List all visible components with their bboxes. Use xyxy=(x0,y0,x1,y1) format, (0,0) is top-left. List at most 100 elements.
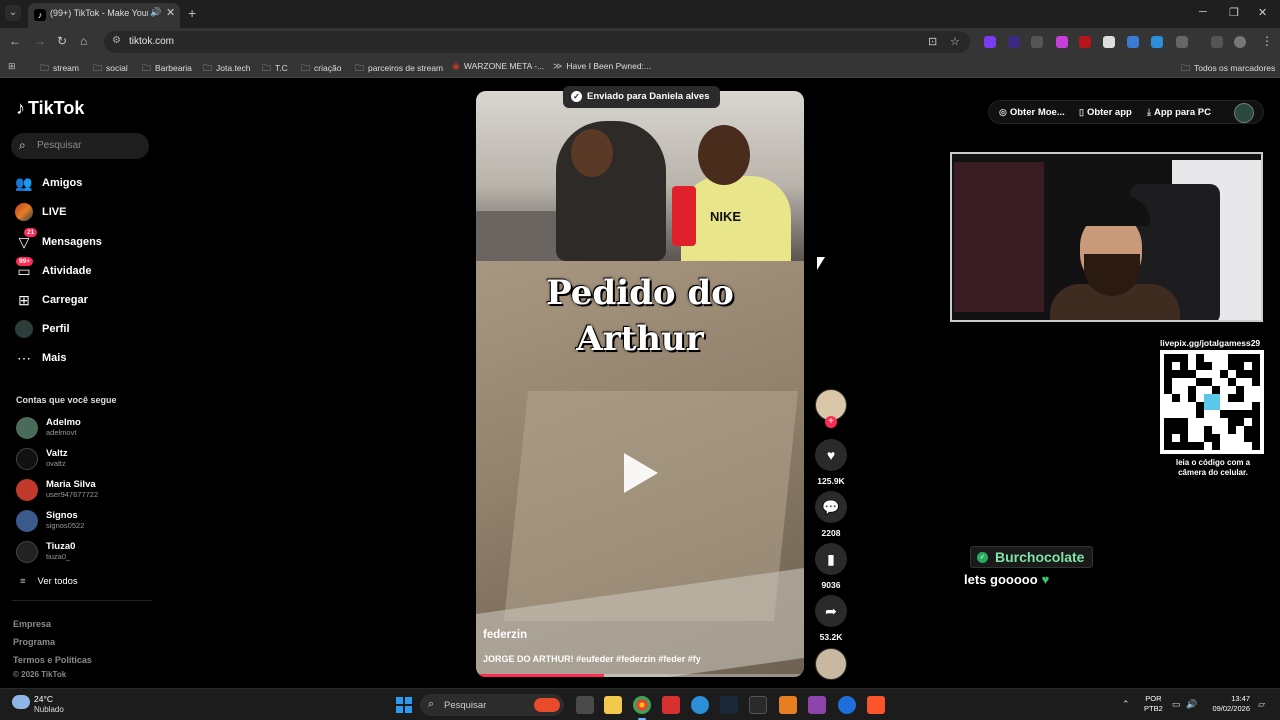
pc-app-button[interactable]: ⤓ App para PC xyxy=(1147,107,1211,118)
notifications-icon[interactable]: ▱ xyxy=(1258,699,1265,710)
weather-condition[interactable]: Nublado xyxy=(34,705,64,714)
app-icon[interactable] xyxy=(808,696,826,714)
bookmark-folder[interactable]: 🗀 parceiros de stream xyxy=(355,61,443,77)
new-tab-button[interactable]: + xyxy=(188,5,196,21)
tray-chevron-icon[interactable]: ⌃ xyxy=(1122,699,1130,710)
bookmark-folder[interactable]: 🗀 criação xyxy=(301,61,341,77)
start-windows-icon[interactable] xyxy=(396,697,412,713)
video-progress-bar[interactable] xyxy=(476,674,804,677)
browser-menu-icon[interactable]: ⋮ xyxy=(1261,34,1273,48)
followed-account[interactable]: Maria Silva user947677722 xyxy=(16,478,166,504)
profile-avatar-icon[interactable] xyxy=(1234,36,1246,48)
nav-item-more[interactable]: ⋯ Mais xyxy=(14,348,164,370)
bookmark-folder[interactable]: 🗀 Jota.tech xyxy=(203,61,251,77)
like-button[interactable]: ♥ xyxy=(815,439,847,471)
footer-link-program[interactable]: Programa xyxy=(13,637,55,647)
share-button[interactable]: ➦ xyxy=(815,595,847,627)
app-icon[interactable] xyxy=(779,696,797,714)
see-all-button[interactable]: ≡ Ver todos xyxy=(20,576,78,587)
qr-code xyxy=(1160,350,1264,454)
shirt-logo-text: NIKE xyxy=(710,209,742,224)
video-author[interactable]: federzin xyxy=(483,629,527,641)
extension-icon[interactable] xyxy=(1151,36,1163,48)
nav-item-messages[interactable]: ▽ 21 Mensagens xyxy=(14,228,164,254)
nav-item-friends[interactable]: 👥 Amigos xyxy=(14,173,164,195)
qr-module xyxy=(1228,418,1236,426)
reading-list-icon[interactable] xyxy=(1211,36,1223,48)
nav-item-upload[interactable]: ⊞ Carregar xyxy=(14,290,164,312)
browser-tab[interactable]: ♪ (99+) TikTok - Make Your Day 🔊 ✕ xyxy=(28,3,180,28)
user-avatar[interactable] xyxy=(1234,103,1254,123)
back-icon[interactable]: ← xyxy=(9,34,21,48)
qr-module xyxy=(1204,370,1212,378)
save-button[interactable]: ▮ xyxy=(815,543,847,575)
footer-link-company[interactable]: Empresa xyxy=(13,619,51,629)
app-icon[interactable] xyxy=(838,696,856,714)
minimize-icon[interactable]: ─ xyxy=(1199,6,1207,18)
steam-icon[interactable] xyxy=(720,696,738,714)
chrome-icon[interactable] xyxy=(633,696,651,714)
bookmark-star-icon[interactable]: ☆ xyxy=(950,35,960,48)
comment-button[interactable]: 💬 xyxy=(815,491,847,523)
input-language[interactable]: POR PTB2 xyxy=(1144,694,1163,714)
weather-temperature[interactable]: 24°C xyxy=(34,694,53,704)
taskbar-search[interactable]: ⌕ Pesquisar xyxy=(420,694,564,716)
extension-icon[interactable] xyxy=(1056,36,1068,48)
tab-search-menu-icon[interactable]: ⌄ xyxy=(5,5,21,21)
followed-account[interactable]: Adelmo adelmovt xyxy=(16,416,166,442)
tab-close-icon[interactable]: ✕ xyxy=(166,6,175,19)
bookmark-folder[interactable]: 🗀 social xyxy=(93,61,128,77)
network-icon[interactable]: ▭ xyxy=(1172,699,1181,710)
video-player[interactable]: NIKE Pedido do Arthur federzin JORGE DO … xyxy=(476,91,804,677)
app-icon[interactable] xyxy=(662,696,680,714)
nav-item-live[interactable]: LIVE xyxy=(14,202,164,224)
home-icon[interactable]: ⌂ xyxy=(80,34,87,48)
nav-item-activity[interactable]: ▭ 99+ Atividade xyxy=(14,257,164,283)
bookmark-link[interactable]: ◉ WARZONE META -... xyxy=(452,61,544,72)
bookmark-folder[interactable]: 🗀 stream xyxy=(40,61,79,77)
tiktok-logo[interactable]: ♪ TikTok xyxy=(16,98,84,119)
followed-account[interactable]: Signos signos0522 xyxy=(16,509,166,535)
bookmark-folder[interactable]: 🗀 Barbearia xyxy=(142,61,192,77)
more-icon: ⋯ xyxy=(17,350,31,366)
footer-link-terms[interactable]: Termos e Políticas xyxy=(13,655,92,665)
play-icon[interactable] xyxy=(624,453,658,493)
extension-icon[interactable] xyxy=(1079,36,1091,48)
translate-extension-icon[interactable] xyxy=(1127,36,1139,48)
volume-icon[interactable]: 🔊 xyxy=(1186,699,1197,710)
task-view-icon[interactable] xyxy=(576,696,594,714)
pen-extension-icon[interactable] xyxy=(1031,36,1043,48)
forward-icon[interactable]: → xyxy=(34,34,46,48)
apps-grid-icon[interactable]: ⊞ xyxy=(8,61,20,72)
app-icon[interactable] xyxy=(691,696,709,714)
install-app-icon[interactable]: ⊡ xyxy=(928,35,937,48)
reload-icon[interactable]: ↻ xyxy=(57,34,67,48)
taskbar-clock[interactable]: 13:47 09/02/2026 xyxy=(1206,694,1250,714)
bookmark-folder[interactable]: 🗀 T.C xyxy=(262,61,288,77)
weather-cloud-icon[interactable] xyxy=(12,695,30,709)
brave-icon[interactable] xyxy=(867,696,885,714)
sound-avatar[interactable] xyxy=(815,648,847,680)
nav-item-profile[interactable]: Perfil xyxy=(14,319,164,341)
follow-plus-icon[interactable]: + xyxy=(825,416,837,428)
maximize-icon[interactable]: ❐ xyxy=(1229,6,1239,19)
site-info-icon[interactable]: ⚙ xyxy=(112,35,121,46)
get-coins-button[interactable]: ◎ Obter Moe... xyxy=(999,107,1065,118)
all-bookmarks-folder[interactable]: 🗀 Todos os marcadores xyxy=(1181,61,1275,77)
extensions-puzzle-icon[interactable] xyxy=(1176,36,1188,48)
followed-account[interactable]: Valtz ovaltz xyxy=(16,447,166,473)
video-caption[interactable]: JORGE DO ARTHUR! #eufeder #federzin #fed… xyxy=(483,654,701,664)
followed-account[interactable]: Tiuza0 tiuza0_ xyxy=(16,540,166,566)
avatar xyxy=(16,479,38,501)
extension-icon[interactable] xyxy=(1008,36,1020,48)
address-bar[interactable]: ⚙ tiktok.com ⊡ ☆ xyxy=(104,31,970,53)
get-app-button[interactable]: ▯ Obter app xyxy=(1079,107,1132,118)
epic-games-icon[interactable] xyxy=(749,696,767,714)
extension-icon[interactable] xyxy=(984,36,996,48)
bookmark-link[interactable]: ≫ Have I Been Pwned:... xyxy=(553,61,651,72)
extension-icon[interactable] xyxy=(1103,36,1115,48)
search-input[interactable]: ⌕ Pesquisar xyxy=(11,133,149,159)
tab-audio-icon[interactable]: 🔊 xyxy=(150,7,161,18)
close-window-icon[interactable]: ✕ xyxy=(1258,6,1267,19)
file-explorer-icon[interactable] xyxy=(604,696,622,714)
